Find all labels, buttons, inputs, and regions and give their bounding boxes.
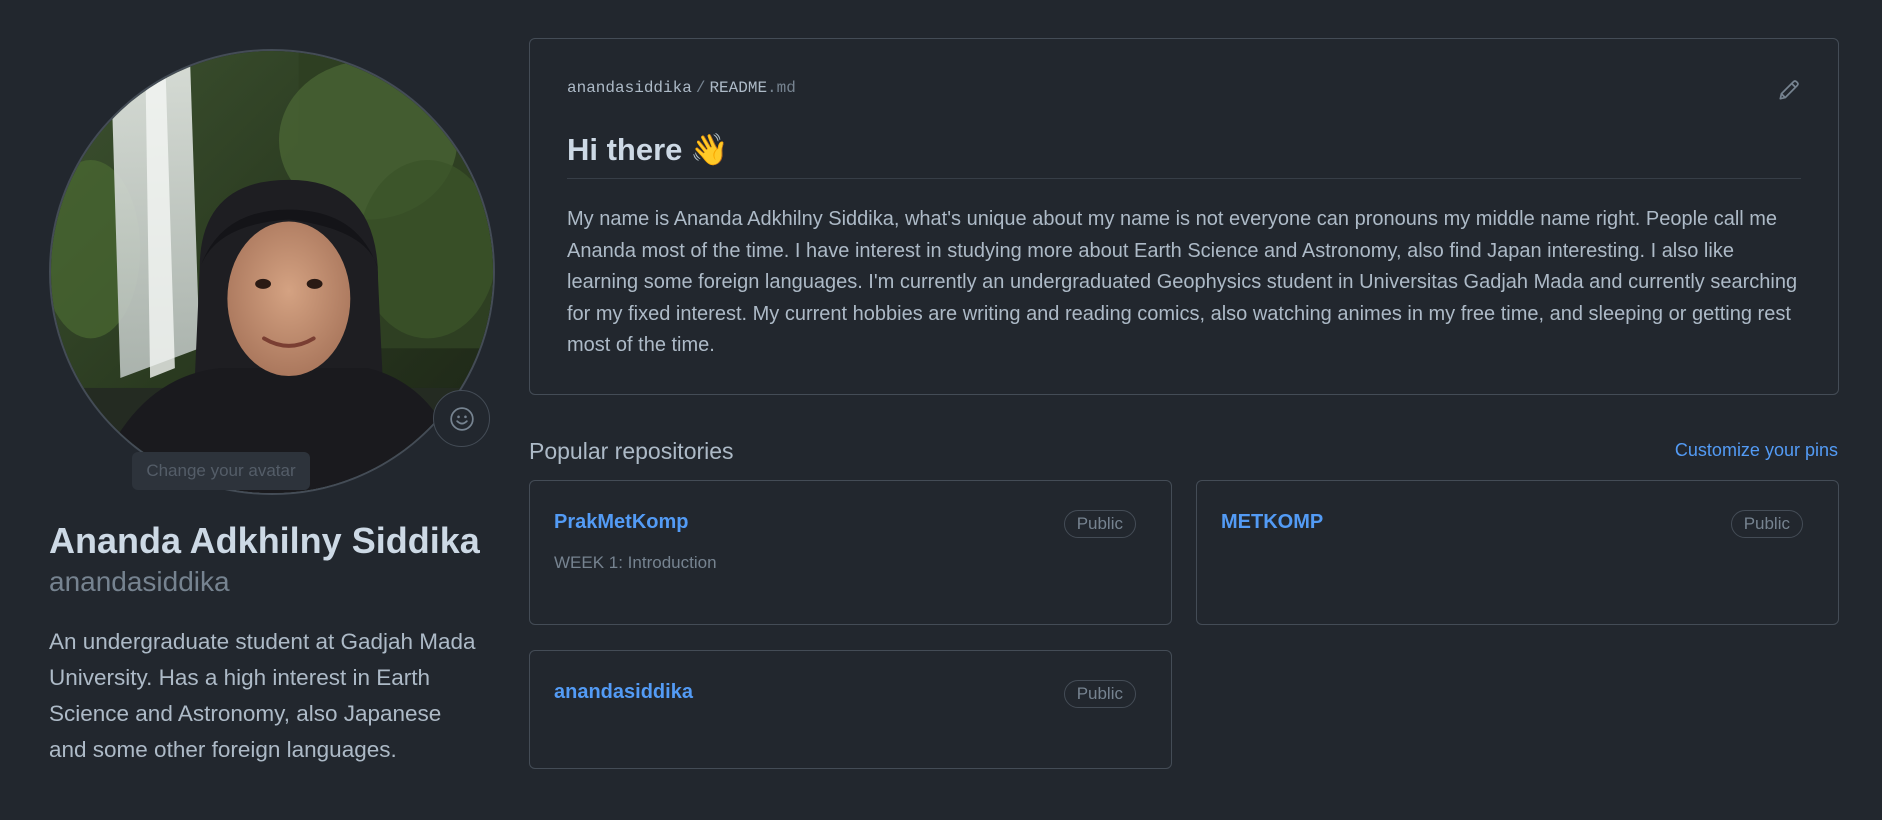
- repo-card: METKOMP Public: [1196, 480, 1839, 625]
- repo-description: WEEK 1: Introduction: [554, 553, 717, 572]
- pencil-icon[interactable]: [1776, 77, 1802, 103]
- readme-heading-text: Hi there: [567, 131, 683, 167]
- repo-name-link[interactable]: METKOMP: [1221, 511, 1323, 534]
- readme-file-base: README: [709, 79, 768, 97]
- profile-full-name: Ananda Adkhilny Siddika: [49, 520, 480, 561]
- repo-visibility-badge: Public: [1063, 680, 1136, 708]
- readme-body: My name is Ananda Adkhilny Siddika, what…: [567, 208, 1798, 356]
- readme-file-ext: .md: [767, 79, 796, 97]
- change-avatar-tooltip: Change your avatar: [132, 452, 310, 490]
- set-status-button[interactable]: [433, 390, 490, 447]
- avatar-container: [49, 49, 495, 495]
- repo-name-link[interactable]: PrakMetKomp: [554, 511, 688, 534]
- repo-visibility-badge: Public: [1063, 510, 1136, 538]
- repo-name-link[interactable]: anandasiddika: [554, 681, 693, 704]
- smiley-icon: [449, 406, 474, 431]
- repo-visibility-badge: Public: [1730, 510, 1803, 538]
- popular-repositories-title: Popular repositories: [529, 438, 734, 464]
- customize-pins-link[interactable]: Customize your pins: [1675, 440, 1838, 461]
- readme-owner-link[interactable]: anandasiddika: [567, 79, 692, 97]
- readme-breadcrumb: anandasiddika / README.md: [567, 79, 796, 97]
- waving-hand-emoji: 👋: [690, 132, 730, 167]
- readme-heading: Hi there 👋: [567, 131, 1801, 179]
- repo-card: PrakMetKomp Public WEEK 1: Introduction: [529, 480, 1172, 625]
- avatar[interactable]: [49, 49, 495, 495]
- profile-bio: An undergraduate student at Gadjah Mada …: [49, 629, 476, 762]
- avatar-photo: [51, 51, 493, 493]
- readme-card: anandasiddika / README.md Hi there 👋 My na…: [529, 38, 1839, 395]
- profile-username: anandasiddika: [49, 566, 230, 597]
- breadcrumb-separator: /: [695, 79, 706, 97]
- readme-file-link[interactable]: README.md: [709, 79, 795, 97]
- repo-card: anandasiddika Public: [529, 650, 1172, 769]
- profile-sidebar: [49, 49, 495, 495]
